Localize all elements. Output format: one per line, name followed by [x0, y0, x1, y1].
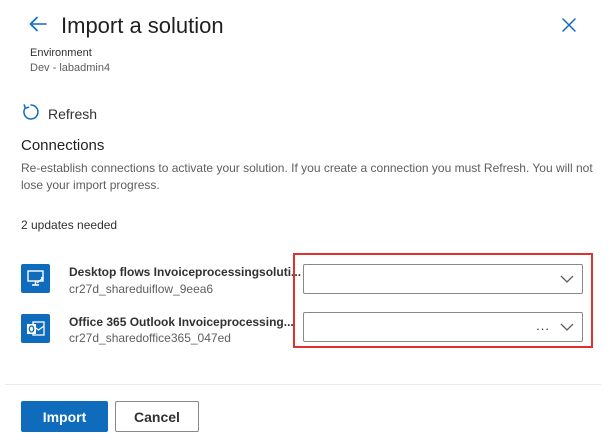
cancel-button[interactable]: Cancel: [115, 401, 199, 432]
refresh-label: Refresh: [48, 106, 98, 122]
environment-label: Environment: [30, 47, 92, 59]
office365-outlook-icon: [21, 314, 50, 343]
connections-description: Re-establish connections to activate you…: [21, 161, 593, 192]
refresh-button[interactable]: Refresh: [22, 103, 97, 125]
highlight-box: [293, 253, 593, 348]
arrow-left-icon: [28, 15, 48, 38]
page-title: Import a solution: [61, 13, 224, 38]
import-button[interactable]: Import: [21, 401, 108, 432]
back-button[interactable]: [24, 12, 52, 40]
connection-id-desktop-flows: cr27d_shareduiflow_9eea6: [69, 282, 214, 296]
close-icon: [562, 17, 576, 37]
connection-name-office365: Office 365 Outlook Invoiceprocessing...: [69, 315, 294, 329]
connections-title: Connections: [21, 137, 105, 154]
connection-id-office365: cr27d_sharedoffice365_047ed: [69, 331, 231, 345]
environment-value: Dev - labadmin4: [30, 62, 111, 74]
refresh-icon: [22, 103, 40, 126]
close-button[interactable]: [556, 14, 582, 40]
updates-needed: 2 updates needed: [21, 218, 118, 232]
desktop-flows-icon: [21, 264, 50, 293]
footer-divider: [5, 384, 601, 385]
connection-name-desktop-flows: Desktop flows Invoiceprocessingsoluti...: [69, 265, 302, 279]
